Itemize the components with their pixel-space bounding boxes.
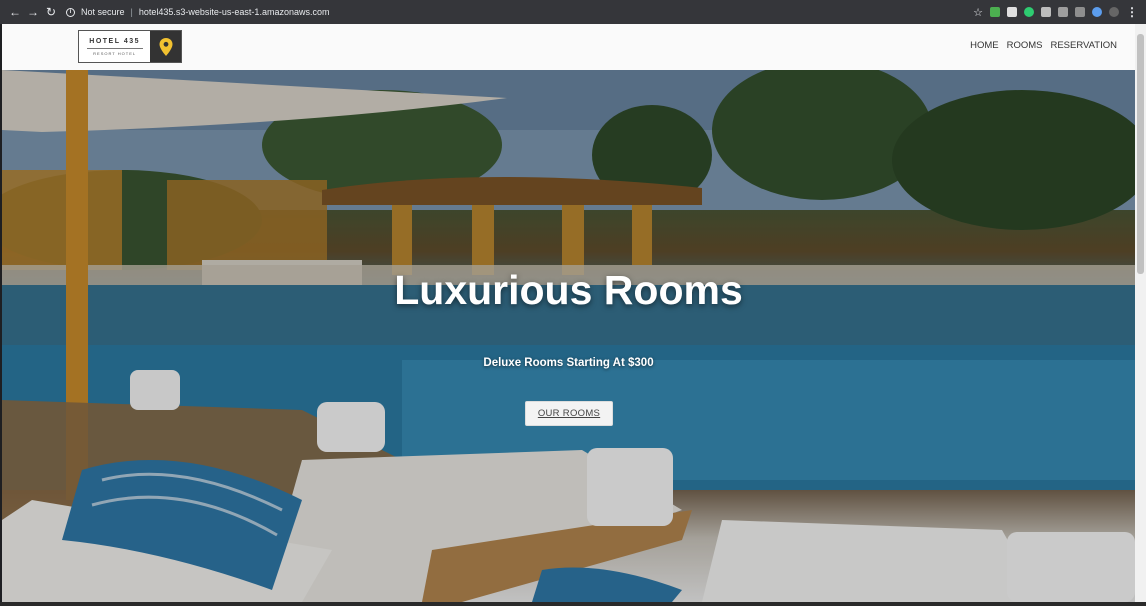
menu-dots-icon[interactable]: ⋮ — [1126, 5, 1138, 19]
window-bottom-edge — [0, 602, 1146, 606]
extension-icon[interactable] — [1058, 7, 1068, 17]
logo-name: HOTEL 435 — [89, 37, 140, 45]
page-scrollbar[interactable] — [1135, 24, 1146, 602]
extension-icon[interactable] — [1007, 7, 1017, 17]
hero-section: Luxurious Rooms Deluxe Rooms Starting At… — [2, 70, 1135, 602]
extension-icon[interactable] — [1041, 7, 1051, 17]
hero-title: Luxurious Rooms — [394, 267, 743, 313]
extension-icon[interactable] — [1092, 7, 1102, 17]
site-header: HOTEL 435 RESORT HOTEL HOME ROOMS RESERV… — [2, 24, 1135, 70]
logo-subtitle: RESORT HOTEL — [93, 50, 137, 56]
nav-rooms[interactable]: ROOMS — [1007, 40, 1043, 51]
nav-reservation[interactable]: RESERVATION — [1050, 40, 1117, 51]
our-rooms-button[interactable]: OUR ROOMS — [525, 401, 613, 426]
extension-icon[interactable] — [1075, 7, 1085, 17]
hotel-logo[interactable]: HOTEL 435 RESORT HOTEL — [78, 30, 182, 63]
address-separator: | — [130, 7, 133, 17]
logo-divider — [86, 47, 143, 49]
url-text[interactable]: hotel435.s3-website-us-east-1.amazonaws.… — [139, 7, 330, 17]
nav-home[interactable]: HOME — [970, 40, 999, 51]
browser-toolbar: ← → ↻ i Not secure | hotel435.s3-website… — [0, 0, 1146, 24]
map-pin-icon — [150, 31, 181, 62]
bookmark-star-icon[interactable]: ☆ — [973, 6, 983, 19]
forward-icon[interactable]: → — [24, 0, 42, 24]
extension-icon[interactable] — [1024, 7, 1034, 17]
profile-avatar-icon[interactable] — [1109, 7, 1119, 17]
extension-bar: ☆ ⋮ — [973, 0, 1138, 24]
security-label: Not secure — [81, 7, 125, 17]
hero-subtitle: Deluxe Rooms Starting At $300 — [483, 357, 654, 369]
extension-icon[interactable] — [990, 7, 1000, 17]
scrollbar-thumb[interactable] — [1137, 34, 1144, 274]
logo-text-block: HOTEL 435 RESORT HOTEL — [79, 31, 150, 62]
back-icon[interactable]: ← — [6, 0, 24, 24]
main-nav: HOME ROOMS RESERVATION — [970, 40, 1117, 51]
reload-icon[interactable]: ↻ — [42, 0, 60, 24]
address-bar[interactable]: i Not secure | hotel435.s3-website-us-ea… — [66, 0, 329, 24]
hero-overlay — [2, 70, 1135, 602]
info-icon[interactable]: i — [66, 7, 75, 17]
